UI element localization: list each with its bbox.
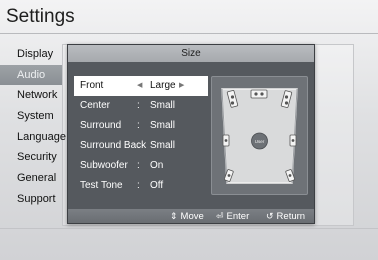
sidebar-item-support[interactable]: Support xyxy=(0,189,62,210)
sidebar-item-display[interactable]: Display xyxy=(0,44,62,65)
row-separator: : xyxy=(137,140,140,151)
row-value: On xyxy=(150,160,164,171)
updown-arrows-icon: ⇕ xyxy=(170,211,178,221)
row-front[interactable]: Front ◀ Large ▶ xyxy=(74,76,208,96)
row-label: Surround xyxy=(80,120,122,131)
dialog-footer: ⇕ Move ⏎ Enter ↺ Return xyxy=(68,209,314,223)
enter-label: Enter xyxy=(226,211,250,222)
sidebar-item-audio[interactable]: Audio xyxy=(0,64,62,86)
title-divider xyxy=(0,33,378,34)
size-dialog: Size Front ◀ Large ▶ Center : Small Surr… xyxy=(67,44,315,224)
listener-label: User xyxy=(255,139,265,144)
return-hint: ↺ Return xyxy=(266,209,305,224)
row-subwoofer[interactable]: Subwoofer : On xyxy=(74,156,208,176)
row-surround[interactable]: Surround : Small xyxy=(74,116,208,136)
return-label: Return xyxy=(276,211,306,222)
enter-icon: ⏎ xyxy=(216,211,224,221)
arrow-left-icon[interactable]: ◀ xyxy=(137,76,142,96)
move-label: Move xyxy=(180,211,204,222)
row-label: Test Tone xyxy=(80,180,123,191)
row-separator: : xyxy=(137,120,140,131)
row-label: Subwoofer xyxy=(80,160,128,171)
row-test-tone[interactable]: Test Tone : Off xyxy=(74,176,208,196)
sidebar-item-security[interactable]: Security xyxy=(0,147,62,168)
speaker-layout-diagram: User xyxy=(211,76,308,195)
arrow-right-icon[interactable]: ▶ xyxy=(179,76,184,96)
surround-right-speaker-icon xyxy=(289,134,297,147)
return-icon: ↺ xyxy=(266,211,274,221)
row-separator: : xyxy=(137,180,140,191)
enter-hint: ⏎ Enter xyxy=(216,209,249,224)
sidebar-item-general[interactable]: General xyxy=(0,168,62,189)
row-surround-back[interactable]: Surround Back : Small xyxy=(74,136,208,156)
row-separator: : xyxy=(137,100,140,111)
row-label: Center xyxy=(80,100,111,111)
move-hint: ⇕ Move xyxy=(170,209,204,224)
bottom-divider xyxy=(0,228,378,229)
row-label: Front xyxy=(80,80,104,91)
speaker-size-list: Front ◀ Large ▶ Center : Small Surround … xyxy=(74,76,208,196)
row-separator: : xyxy=(137,160,140,171)
sidebar: Display Audio Network System Language Se… xyxy=(0,44,66,210)
settings-screen: Settings Display Audio Network System La… xyxy=(0,0,378,260)
row-value: Off xyxy=(150,180,164,191)
room-diagram: User xyxy=(221,88,298,184)
dialog-title: Size xyxy=(68,45,314,62)
row-value: Small xyxy=(150,100,176,111)
sidebar-item-network[interactable]: Network xyxy=(0,85,62,106)
row-value: Large xyxy=(150,80,176,91)
row-center[interactable]: Center : Small xyxy=(74,96,208,116)
sidebar-item-language[interactable]: Language xyxy=(0,127,66,148)
center-speaker-icon xyxy=(250,89,268,99)
row-value: Small xyxy=(150,120,176,131)
row-value: Small xyxy=(150,140,176,151)
sidebar-item-system[interactable]: System xyxy=(0,106,62,127)
surround-left-speaker-icon xyxy=(222,134,230,147)
page-title: Settings xyxy=(6,6,75,27)
user-icon: User xyxy=(251,132,268,150)
